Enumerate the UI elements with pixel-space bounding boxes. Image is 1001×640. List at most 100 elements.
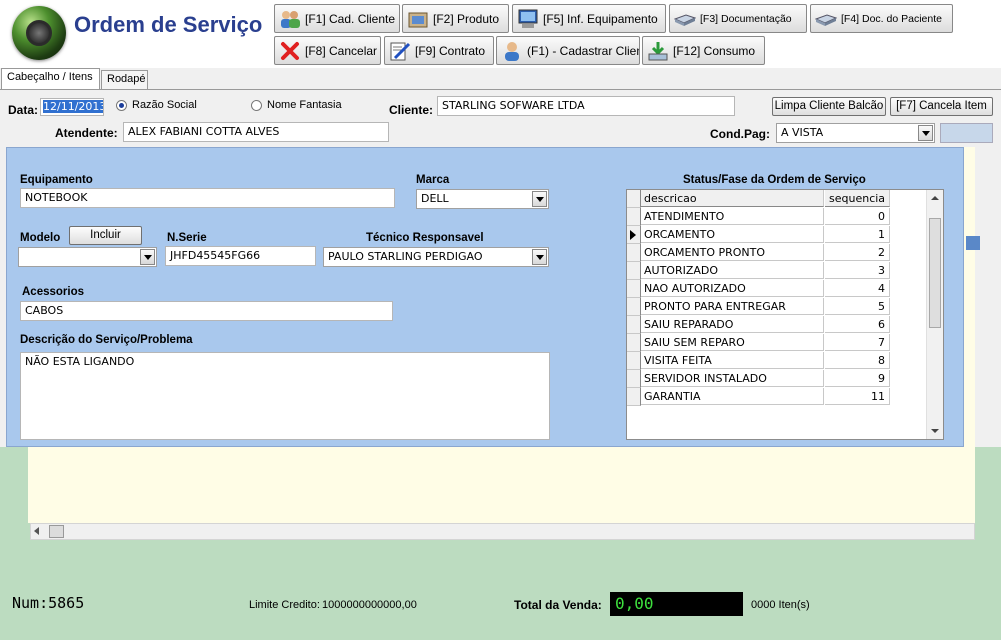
table-row[interactable]: ORCAMENTO PRONTO 2	[627, 244, 890, 262]
modelo-label: Modelo	[20, 232, 61, 244]
cell-descricao[interactable]: GARANTIA	[641, 388, 824, 405]
grid-header-row: descricao sequencia	[627, 190, 890, 208]
table-row[interactable]: ATENDIMENTO 0	[627, 208, 890, 226]
scroll-up-icon[interactable]	[931, 196, 939, 200]
cell-sequencia[interactable]: 5	[825, 298, 890, 315]
current-row-icon	[630, 230, 636, 240]
table-row[interactable]: PRONTO PARA ENTREGAR 5	[627, 298, 890, 316]
produto-button[interactable]: [F2] Produto	[402, 4, 509, 33]
cell-descricao[interactable]: ATENDIMENTO	[641, 208, 824, 225]
cell-sequencia[interactable]: 3	[825, 262, 890, 279]
row-indicator[interactable]	[627, 298, 641, 316]
descricao-textarea[interactable]: NÃO ESTA LIGANDO	[20, 352, 550, 440]
scroll-thumb[interactable]	[929, 218, 941, 328]
tab-rodape[interactable]: Rodapé	[101, 70, 148, 89]
cell-descricao[interactable]: VISITA FEITA	[641, 352, 824, 369]
chevron-down-icon[interactable]	[532, 249, 547, 265]
row-indicator[interactable]	[627, 244, 641, 262]
incluir-button[interactable]: Incluir	[69, 226, 142, 245]
table-row[interactable]: GARANTIA 11	[627, 388, 890, 406]
scroll-thumb[interactable]	[49, 525, 64, 538]
tab-cabecalho-itens[interactable]: Cabeçalho / Itens	[1, 68, 100, 89]
marca-select[interactable]: DELL	[416, 189, 549, 209]
consumo-button[interactable]: [F12] Consumo	[642, 36, 765, 65]
inf-equipamento-button[interactable]: [F5] Inf. Equipamento	[512, 4, 666, 33]
marca-label: Marca	[416, 174, 450, 186]
item-count: 0000 Iten(s)	[751, 599, 810, 611]
limpa-cliente-button[interactable]: Limpa Cliente Balcão	[772, 97, 886, 116]
cell-sequencia[interactable]: 4	[825, 280, 890, 297]
app-logo-icon	[12, 6, 66, 60]
condpag-label: Cond.Pag:	[710, 127, 770, 141]
row-indicator[interactable]	[627, 352, 641, 370]
cell-sequencia[interactable]: 1	[825, 226, 890, 243]
items-hscrollbar[interactable]	[30, 523, 975, 540]
acessorios-input[interactable]: CABOS	[20, 301, 393, 321]
modelo-select[interactable]	[18, 247, 157, 267]
cell-descricao[interactable]: PRONTO PARA ENTREGAR	[641, 298, 824, 315]
contrato-button[interactable]: [F9] Contrato	[384, 36, 494, 65]
cell-descricao[interactable]: SERVIDOR INSTALADO	[641, 370, 824, 387]
nome-fantasia-radio[interactable]	[251, 100, 262, 111]
doc-paciente-button[interactable]: [F4] Doc. do Paciente	[810, 4, 953, 33]
cancelar-button[interactable]: [F8] Cancelar	[274, 36, 381, 65]
table-row[interactable]: SAIU REPARADO 6	[627, 316, 890, 334]
tecnico-select[interactable]: PAULO STARLING PERDIGAO	[323, 247, 549, 267]
cancela-item-button[interactable]: [F7] Cancela Item	[890, 97, 993, 116]
row-indicator[interactable]	[627, 208, 641, 226]
row-indicator[interactable]	[627, 280, 641, 298]
cell-sequencia[interactable]: 9	[825, 370, 890, 387]
row-indicator[interactable]	[627, 388, 641, 406]
data-input[interactable]: 12/11/2013	[40, 98, 104, 116]
cell-descricao[interactable]: SAIU REPARADO	[641, 316, 824, 333]
cliente-label: Cliente:	[389, 103, 434, 117]
table-row[interactable]: VISITA FEITA 8	[627, 352, 890, 370]
cell-sequencia[interactable]: 8	[825, 352, 890, 369]
cell-descricao[interactable]: AUTORIZADO	[641, 262, 824, 279]
cell-descricao[interactable]: NAO AUTORIZADO	[641, 280, 824, 297]
table-row[interactable]: SAIU SEM REPARO 7	[627, 334, 890, 352]
descricao-label: Descrição do Serviço/Problema	[20, 334, 193, 346]
nserie-input[interactable]: JHFD45545FG66	[165, 246, 316, 266]
cadastrar-cliente-button[interactable]: (F1) - Cadastrar Cliente	[496, 36, 640, 65]
table-row[interactable]: ORCAMENTO 1	[627, 226, 890, 244]
scroll-left-icon[interactable]	[34, 527, 39, 535]
cell-sequencia[interactable]: 11	[825, 388, 890, 405]
scroll-down-icon[interactable]	[931, 429, 939, 433]
cell-descricao[interactable]: SAIU SEM REPARO	[641, 334, 824, 351]
chevron-down-icon[interactable]	[532, 191, 547, 207]
table-row[interactable]: NAO AUTORIZADO 4	[627, 280, 890, 298]
documentacao-button[interactable]: [F3] Documentação	[669, 4, 807, 33]
table-row[interactable]: SERVIDOR INSTALADO 9	[627, 370, 890, 388]
equipamento-label: Equipamento	[20, 174, 93, 186]
row-indicator[interactable]	[627, 316, 641, 334]
equipamento-input[interactable]: NOTEBOOK	[20, 188, 395, 208]
col-sequencia-header[interactable]: sequencia	[825, 190, 890, 207]
cell-sequencia[interactable]: 2	[825, 244, 890, 261]
atendente-input[interactable]: ALEX FABIANI COTTA ALVES	[123, 122, 389, 142]
scanner-icon	[673, 9, 697, 29]
col-descricao-header[interactable]: descricao	[641, 190, 824, 207]
row-indicator[interactable]	[627, 370, 641, 388]
row-indicator[interactable]	[627, 226, 641, 244]
app-title: Ordem de Serviço	[74, 12, 263, 37]
cell-descricao[interactable]: ORCAMENTO	[641, 226, 824, 243]
status-title: Status/Fase da Ordem de Serviço	[683, 174, 866, 186]
razao-social-radio[interactable]	[116, 100, 127, 111]
chevron-down-icon[interactable]	[140, 249, 155, 265]
cell-sequencia[interactable]: 6	[825, 316, 890, 333]
chevron-down-icon[interactable]	[918, 125, 933, 141]
cliente-input[interactable]: STARLING SOFWARE LTDA	[437, 96, 735, 116]
cell-descricao[interactable]: ORCAMENTO PRONTO	[641, 244, 824, 261]
condpag-select[interactable]: A VISTA	[776, 123, 935, 143]
table-row[interactable]: AUTORIZADO 3	[627, 262, 890, 280]
condpag-extra-field[interactable]	[940, 123, 993, 143]
os-number: Num:5865	[12, 594, 85, 612]
grid-vscrollbar[interactable]	[926, 190, 943, 439]
cell-sequencia[interactable]: 7	[825, 334, 890, 351]
status-grid[interactable]: descricao sequencia ATENDIMENTO 0 ORCAMENT…	[626, 189, 944, 440]
row-indicator[interactable]	[627, 262, 641, 280]
cad-cliente-button[interactable]: [F1] Cad. Cliente	[274, 4, 400, 33]
row-indicator[interactable]	[627, 334, 641, 352]
cell-sequencia[interactable]: 0	[825, 208, 890, 225]
